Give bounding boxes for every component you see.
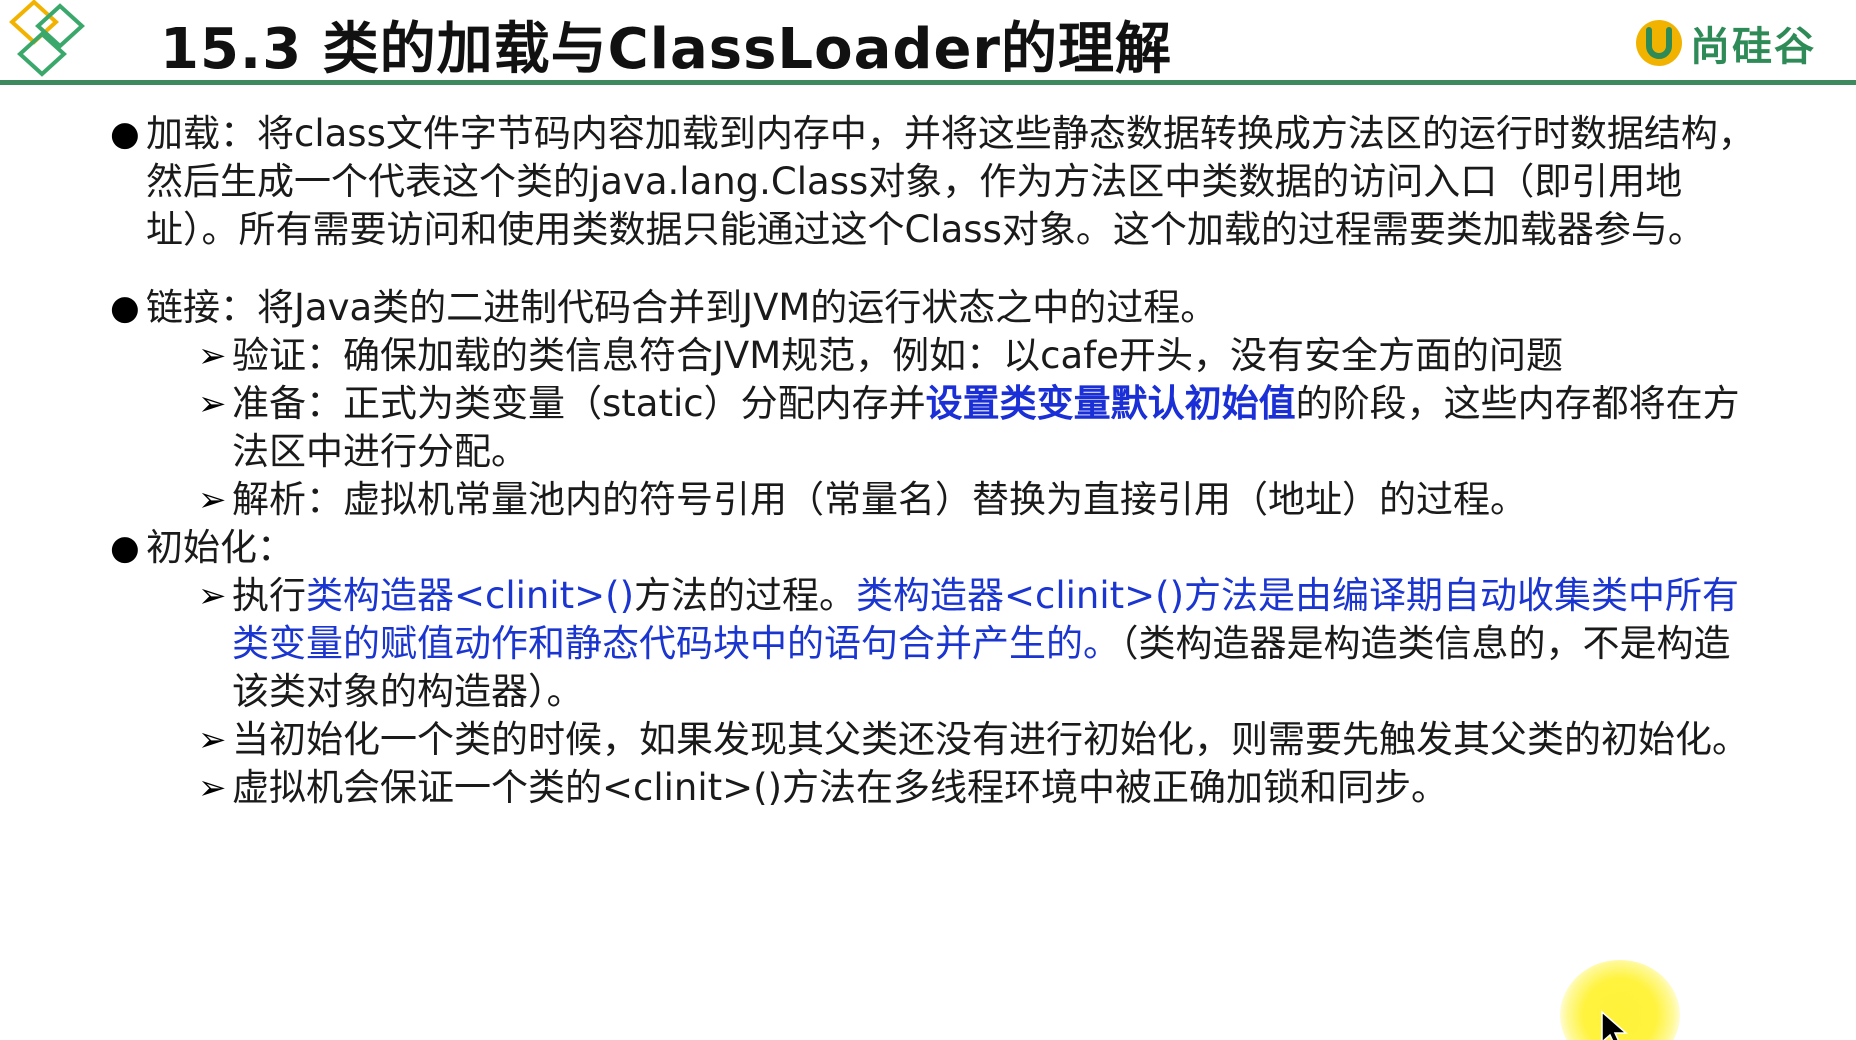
sub-item-clinit: ➢ 执行类构造器<clinit>()方法的过程。类构造器<clinit>()方法… bbox=[198, 572, 1760, 716]
title-divider bbox=[0, 80, 1856, 85]
section-loading: ● 加载：将class文件字节码内容加载到内存中，并将这些静态数据转换成方法区的… bbox=[110, 110, 1760, 254]
arrow-bullet-icon: ➢ bbox=[198, 768, 227, 808]
section-label: 链接： bbox=[146, 286, 257, 329]
slide-content: ● 加载：将class文件字节码内容加载到内存中，并将这些静态数据转换成方法区的… bbox=[110, 110, 1760, 812]
arrow-bullet-icon: ➢ bbox=[198, 720, 227, 760]
sub-text-highlight: 类构造器<clinit>() bbox=[306, 574, 635, 617]
arrow-bullet-icon: ➢ bbox=[198, 480, 227, 520]
section-initialization-body: 初始化： bbox=[146, 524, 1760, 572]
section-text: 将class文件字节码内容加载到内存中，并将这些静态数据转换成方法区的运行时数据… bbox=[146, 112, 1755, 251]
sub-text-mid: 方法的过程。 bbox=[634, 574, 857, 617]
linking-sub-list: ➢ 验证：确保加载的类信息符合JVM规范，例如：以cafe开头，没有安全方面的问… bbox=[198, 332, 1760, 524]
section-loading-body: 加载：将class文件字节码内容加载到内存中，并将这些静态数据转换成方法区的运行… bbox=[146, 110, 1760, 254]
page-title: 15.3 类的加载与ClassLoader的理解 bbox=[160, 17, 1173, 82]
section-linking-body: 链接：将Java类的二进制代码合并到JVM的运行状态之中的过程。 bbox=[146, 284, 1760, 332]
section-linking: ● 链接：将Java类的二进制代码合并到JVM的运行状态之中的过程。 bbox=[110, 284, 1760, 332]
sub-text: 执行类构造器<clinit>()方法的过程。类构造器<clinit>()方法是由… bbox=[232, 572, 1760, 716]
brand-name: 尚硅谷 bbox=[1690, 24, 1816, 70]
sub-text-pre: 执行 bbox=[232, 574, 306, 617]
sub-item-thread-safety: ➢ 虚拟机会保证一个类的<clinit>()方法在多线程环境中被正确加锁和同步。 bbox=[198, 764, 1760, 812]
sub-text: 验证：确保加载的类信息符合JVM规范，例如：以cafe开头，没有安全方面的问题 bbox=[232, 334, 1563, 377]
section-label: 初始化： bbox=[146, 526, 294, 569]
section-initialization: ● 初始化： bbox=[110, 524, 1760, 572]
sub-text-pre: 准备：正式为类变量（static）分配内存并 bbox=[232, 382, 926, 425]
sub-text: 当初始化一个类的时候，如果发现其父类还没有进行初始化，则需要先触发其父类的初始化… bbox=[232, 718, 1749, 761]
brand-u-icon bbox=[1636, 20, 1682, 66]
bullet-dot-icon: ● bbox=[110, 114, 140, 154]
sub-text: 虚拟机会保证一个类的<clinit>()方法在多线程环境中被正确加锁和同步。 bbox=[232, 766, 1449, 809]
sub-text: 解析：虚拟机常量池内的符号引用（常量名）替换为直接引用（地址）的过程。 bbox=[232, 478, 1527, 521]
sub-text: 准备：正式为类变量（static）分配内存并设置类变量默认初始值的阶段，这些内存… bbox=[232, 380, 1760, 476]
arrow-bullet-icon: ➢ bbox=[198, 576, 227, 616]
sub-item-parent-init: ➢ 当初始化一个类的时候，如果发现其父类还没有进行初始化，则需要先触发其父类的初… bbox=[198, 716, 1760, 764]
arrow-bullet-icon: ➢ bbox=[198, 336, 227, 376]
sub-text-highlight: 设置类变量默认初始值 bbox=[925, 382, 1296, 425]
arrow-bullet-icon: ➢ bbox=[198, 384, 227, 424]
slide: 15.3 类的加载与ClassLoader的理解 尚硅谷 ● 加载：将class… bbox=[0, 0, 1856, 1040]
diamond-logo-icon bbox=[9, 0, 85, 77]
sub-item-resolve: ➢ 解析：虚拟机常量池内的符号引用（常量名）替换为直接引用（地址）的过程。 bbox=[198, 476, 1760, 524]
initialization-sub-list: ➢ 执行类构造器<clinit>()方法的过程。类构造器<clinit>()方法… bbox=[198, 572, 1760, 812]
mouse-pointer-icon bbox=[1601, 1010, 1628, 1040]
bullet-dot-icon: ● bbox=[110, 528, 140, 568]
bullet-dot-icon: ● bbox=[110, 288, 140, 328]
sub-item-verify: ➢ 验证：确保加载的类信息符合JVM规范，例如：以cafe开头，没有安全方面的问… bbox=[198, 332, 1760, 380]
sub-item-prepare: ➢ 准备：正式为类变量（static）分配内存并设置类变量默认初始值的阶段，这些… bbox=[198, 380, 1760, 476]
section-text: 将Java类的二进制代码合并到JVM的运行状态之中的过程。 bbox=[257, 286, 1218, 329]
section-label: 加载： bbox=[146, 112, 257, 155]
brand-logo: 尚硅谷 bbox=[1634, 14, 1816, 72]
